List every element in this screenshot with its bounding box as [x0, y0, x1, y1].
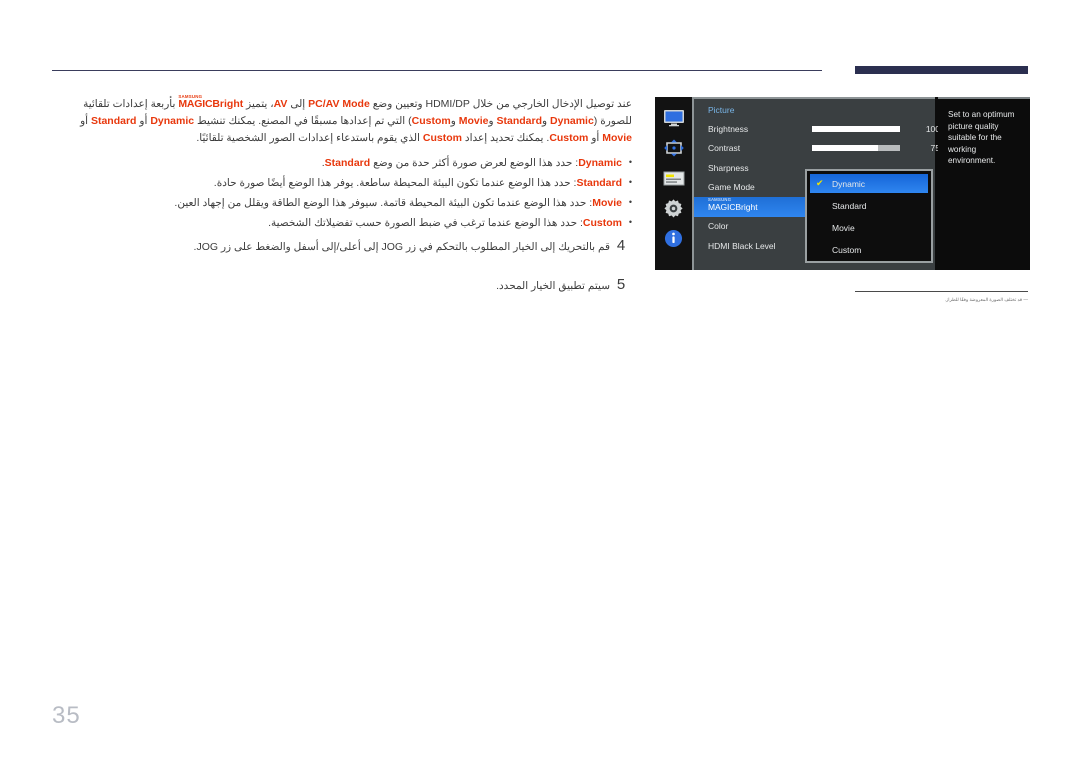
step-text: قم بالتحريك إلى الخيار المطلوب بالتحكم ف…: [193, 241, 610, 253]
bullet-dot: •: [628, 177, 632, 187]
checkmark-icon: ✔: [816, 178, 824, 188]
info-icon[interactable]: [661, 226, 687, 250]
display-icon[interactable]: [661, 106, 687, 130]
bullet-keyword: Dynamic: [578, 157, 622, 169]
keyword-custom-3: Custom: [422, 132, 462, 144]
osd-item-label: Contrast: [708, 143, 741, 154]
osd-item-magicbright[interactable]: SAMSUNG MAGICBright: [694, 197, 811, 217]
contrast-slider[interactable]: [812, 145, 900, 152]
osd-item-label: Game Mode: [708, 182, 755, 193]
bright-word: Bright: [735, 201, 758, 212]
submenu-option-custom[interactable]: Custom: [810, 240, 928, 259]
bullet-dot: •: [628, 217, 632, 227]
bullet-keyword: Custom: [582, 217, 622, 229]
footnote-divider: [855, 291, 1028, 292]
bullet-text: : حدد هذا الوضع عندما تكون البيئة المحيط…: [174, 197, 593, 209]
osd-item-brightness[interactable]: Brightness 100: [694, 119, 940, 139]
brightness-slider[interactable]: [812, 125, 900, 132]
mode-description-list: • Dynamic: حدد هذا الوضع لعرض صورة أكثر ح…: [52, 153, 632, 233]
intro-sep-2: و: [488, 115, 497, 127]
intro-seg-10: الذي يقوم باستدعاء إعدادات الصور الشخصية…: [196, 132, 423, 144]
bullet-dot: •: [628, 157, 632, 167]
footnote-text: ― قد تختلف الصورة المعروضة وفقًا للطراز.: [944, 297, 1028, 302]
magic-word: MAGIC: [708, 201, 736, 212]
osd-icon-sidebar: [655, 97, 692, 270]
intro-seg-1: عند توصيل الإدخال الخارجي من خلال HDMI/D…: [369, 98, 632, 110]
submenu-option-movie[interactable]: Movie: [810, 218, 928, 237]
intro-seg-8: أو: [588, 132, 603, 144]
samsung-superscript: SAMSUNG: [178, 94, 203, 99]
keyword-dynamic-1: Dynamic: [550, 115, 594, 127]
submenu-option-label: Dynamic: [832, 178, 866, 189]
intro-seg-2: إلى: [287, 98, 309, 110]
bullet-text: : حدد هذا الوضع لعرض صورة أكثر حدة من وض…: [370, 157, 579, 169]
bullet-keyword: Movie: [592, 197, 622, 209]
submenu-option-dynamic[interactable]: ✔ Dynamic: [810, 174, 928, 193]
slider-fill: [812, 125, 900, 132]
magicbright-submenu: ✔ Dynamic Standard Movie Custom: [805, 169, 933, 263]
step-item: 5 سيتم تطبيق الخيار المحدد.: [52, 276, 632, 293]
submenu-option-standard[interactable]: Standard: [810, 196, 928, 215]
list-item: • Custom: حدد هذا الوضع عندما ترغب في ضبط…: [52, 213, 632, 233]
intro-paragraph: عند توصيل الإدخال الخارجي من خلال HDMI/D…: [52, 94, 632, 149]
list-item: • Movie: حدد هذا الوضع عندما تكون البيئة …: [52, 193, 632, 213]
keyword-pcav-mode: PC/AV Mode: [308, 98, 370, 110]
page-number: 35: [52, 702, 81, 729]
keyword-movie-1: Movie: [458, 115, 489, 127]
submenu-option-label: Custom: [832, 244, 862, 255]
contrast-value: 75: [930, 143, 940, 154]
intro-text-flow: عند توصيل الإدخال الخارجي من خلال HDMI/D…: [52, 94, 632, 147]
intro-seg-3: ، يتميز: [243, 98, 274, 110]
osd-help-text: Set to an optimum picture quality suitab…: [938, 97, 1030, 270]
osd-item-label: Sharpness: [708, 162, 749, 173]
onscreen-display-icon[interactable]: [661, 166, 687, 190]
bullet-dot: •: [628, 197, 632, 207]
samsung-superscript: SAMSUNG: [708, 197, 732, 202]
keyword-av: AV: [273, 98, 288, 110]
osd-panel-title: Picture: [708, 105, 735, 115]
submenu-option-label: Standard: [832, 200, 867, 211]
step-number: 5: [616, 276, 626, 293]
keyword-custom-1: Custom: [411, 115, 451, 127]
submenu-option-label: Movie: [832, 222, 855, 233]
gear-icon[interactable]: [661, 196, 687, 220]
bullet-keyword-2: Standard: [324, 157, 371, 169]
keyword-movie-2: Movie: [602, 132, 632, 144]
magicbright-wordmark: SAMSUNG MAGICBright: [178, 94, 244, 110]
magicbright-wordmark-osd: SAMSUNG MAGICBright: [708, 197, 758, 212]
header-accent-bar: [855, 66, 1028, 74]
header-rule-line: [52, 70, 822, 71]
osd-item-contrast[interactable]: Contrast 75: [694, 139, 940, 159]
step-text: سيتم تطبيق الخيار المحدد.: [496, 280, 610, 292]
keyword-custom-2: Custom: [549, 132, 589, 144]
bullet-keyword: Standard: [576, 177, 622, 189]
step-number: 4: [616, 237, 626, 254]
keyword-standard-1: Standard: [496, 115, 543, 127]
intro-sep-3: و: [450, 115, 459, 127]
osd-item-label: Brightness: [708, 123, 749, 134]
intro-seg-6: أو: [136, 115, 151, 127]
bullet-text: : حدد هذا الوضع عندما تكون البيئة المحيط…: [213, 177, 577, 189]
list-item: • Standard: حدد هذا الوضع عندما تكون البي…: [52, 173, 632, 193]
osd-item-label: Color: [708, 221, 729, 232]
intro-seg-9: . يمكنك تحديد إعداد: [461, 132, 550, 144]
intro-seg-5: ) التي تم إعدادها مسبقًا في المصنع. يمكن…: [194, 115, 412, 127]
osd-menu-screenshot: Picture Brightness 100 Contrast 75 Sharp…: [655, 97, 1030, 270]
position-arrows-icon[interactable]: [661, 136, 687, 160]
bullet-text: : حدد هذا الوضع عندما ترغب في ضبط الصورة…: [268, 217, 583, 229]
keyword-dynamic-2: Dynamic: [150, 115, 195, 127]
step-item: 4 قم بالتحريك إلى الخيار المطلوب بالتحكم…: [52, 237, 632, 254]
list-item: • Dynamic: حدد هذا الوضع لعرض صورة أكثر ح…: [52, 153, 632, 173]
slider-fill: [812, 145, 878, 152]
brightness-value: 100: [925, 123, 940, 134]
osd-item-label: HDMI Black Level: [708, 240, 776, 251]
keyword-standard-2: Standard: [90, 115, 137, 127]
intro-seg-7: أو: [80, 115, 91, 127]
numbered-steps: 4 قم بالتحريك إلى الخيار المطلوب بالتحكم…: [52, 237, 632, 315]
intro-sep-1: و: [542, 115, 551, 127]
magic-word: MAGIC: [178, 98, 213, 110]
bright-word: Bright: [212, 98, 244, 110]
